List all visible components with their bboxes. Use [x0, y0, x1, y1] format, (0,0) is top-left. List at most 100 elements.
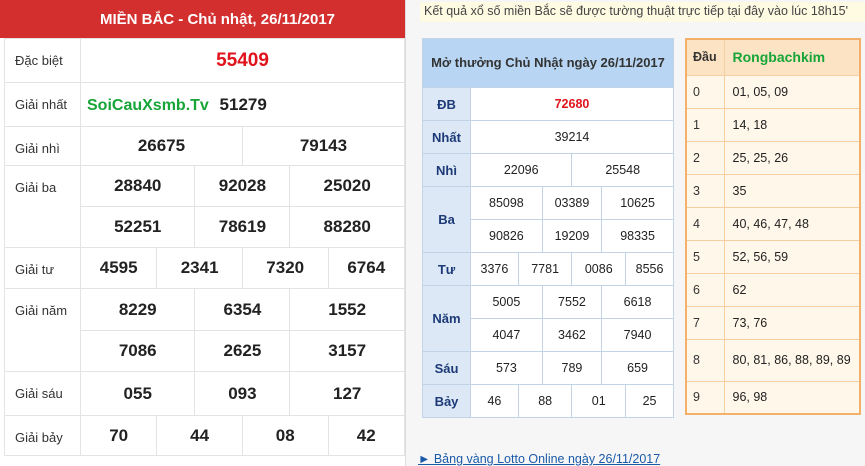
special-prize: 55409: [80, 38, 405, 83]
prize-cell: 8229: [79, 288, 196, 331]
tail-values: 80, 81, 86, 88, 89, 89: [723, 338, 861, 382]
prize-cell: 7940: [601, 318, 674, 352]
tail-values: 25, 25, 26: [723, 140, 861, 175]
draw-results-table: Mở thưởng Chủ Nhật ngày 26/11/2017 ĐB 72…: [422, 38, 674, 418]
tail-values: 73, 76: [723, 305, 861, 340]
tail-values: 62: [723, 272, 861, 307]
prize-cell: 25: [625, 384, 674, 418]
prize-cell: 3157: [289, 330, 405, 372]
label-sau: Sáu: [422, 351, 471, 385]
prize-cell: 3376: [470, 252, 519, 286]
prize-cell: 3462: [541, 318, 603, 352]
prize-cell: 573: [470, 351, 543, 385]
prize-cell: 789: [541, 351, 603, 385]
results-table: Đặc biệt 55409 Giải nhất SoiCauXsmb.Tv 5…: [4, 38, 406, 456]
prize-cell: 6354: [194, 288, 291, 331]
prize-cell: 08: [241, 415, 329, 456]
tail-values: 14, 18: [723, 107, 861, 142]
label-seventh: Giải bảy: [4, 415, 81, 456]
label-third: Giải ba: [4, 165, 81, 248]
head-digit: 5: [685, 239, 725, 274]
label-db: ĐB: [422, 87, 471, 121]
tail-values: 96, 98: [723, 380, 861, 415]
prize-cell: 28840: [79, 165, 196, 207]
head-digit: 0: [685, 74, 725, 109]
prize-cell: 4047: [470, 318, 543, 352]
head-digit: 7: [685, 305, 725, 340]
label-first: Giải nhất: [4, 82, 81, 127]
prize-cell: 26675: [80, 126, 243, 166]
prize-cell: 6618: [601, 285, 674, 319]
label-fourth: Giải tư: [4, 247, 81, 289]
prize-cell: 44: [156, 415, 243, 456]
head-col-label: Đầu: [685, 38, 725, 76]
brand-label: Rongbachkim: [723, 38, 861, 76]
live-notice: Kết quả xổ số miền Bắc sẽ được tường thu…: [420, 2, 865, 22]
prize-cell: 2341: [156, 247, 243, 289]
prize-cell: 8556: [625, 252, 674, 286]
prize-cell: 85098: [470, 186, 543, 220]
label-fifth: Giải năm: [4, 288, 81, 372]
prize-cell: 7552: [541, 285, 603, 319]
prize-cell: 79143: [241, 126, 406, 166]
prize-cell: 5005: [470, 285, 543, 319]
prize-cell: 1552: [289, 288, 405, 331]
special-prize: 72680: [470, 87, 674, 121]
prize-cell: 127: [289, 371, 405, 416]
first-prize: 51279: [219, 94, 267, 114]
prize-cell: 10625: [601, 186, 674, 220]
prize-cell: 70: [79, 415, 158, 456]
prize-cell: 03389: [541, 186, 603, 220]
tail-values: 01, 05, 09: [723, 74, 861, 109]
right-panel: Kết quả xổ số miền Bắc sẽ được tường thu…: [405, 0, 865, 466]
head-digit: 8: [685, 338, 725, 382]
tail-values: 52, 56, 59: [723, 239, 861, 274]
prize-cell: 7781: [517, 252, 573, 286]
prize-cell: 25548: [571, 153, 674, 187]
tail-values: 35: [723, 173, 861, 208]
label-sixth: Giải sáu: [4, 371, 81, 416]
head-digit: 2: [685, 140, 725, 175]
label-tu: Tư: [422, 252, 471, 286]
prize-cell: 46: [470, 384, 519, 418]
draw-header: Mở thưởng Chủ Nhật ngày 26/11/2017: [422, 38, 674, 88]
prize-cell: 78619: [194, 206, 291, 248]
head-digit: 3: [685, 173, 725, 208]
site-watermark: SoiCauXsmb.Tv: [87, 96, 209, 114]
prize-cell: 6764: [327, 247, 406, 289]
prize-cell: 98335: [601, 219, 674, 253]
left-results-panel: MIỀN BẮC - Chủ nhật, 26/11/2017 Đặc biệt…: [0, 0, 406, 466]
prize-cell: 659: [601, 351, 674, 385]
head-digit: 4: [685, 206, 725, 241]
prize-cell: 90826: [470, 219, 543, 253]
prize-cell: 7086: [79, 330, 196, 372]
prize-cell: 22096: [469, 153, 573, 187]
label-ba: Ba: [422, 186, 471, 253]
prize-cell: 52251: [79, 206, 196, 248]
label-special: Đặc biệt: [4, 38, 81, 83]
head-digit: 6: [685, 272, 725, 307]
prize-cell: 88280: [289, 206, 405, 248]
head-digit-table: Đầu Rongbachkim 0 01, 05, 09 1 14, 18 2 25,…: [685, 38, 861, 415]
label-bay: Bảy: [422, 384, 471, 418]
label-nhi: Nhì: [422, 153, 471, 187]
prize-cell: 7320: [241, 247, 329, 289]
prize-cell: 92028: [194, 165, 291, 207]
prize-cell: 093: [194, 371, 291, 416]
prize-cell: 055: [79, 371, 196, 416]
prize-cell: 2625: [194, 330, 291, 372]
first-prize: 39214: [470, 120, 674, 154]
tail-values: 40, 46, 47, 48: [723, 206, 861, 241]
head-digit: 9: [685, 380, 725, 415]
label-nhat: Nhất: [422, 120, 471, 154]
lotto-online-link[interactable]: ► Bảng vàng Lotto Online ngày 26/11/2017: [418, 452, 660, 466]
head-digit: 1: [685, 107, 725, 142]
prize-cell: 01: [571, 384, 627, 418]
label-nam: Năm: [422, 285, 471, 352]
results-header: MIỀN BẮC - Chủ nhật, 26/11/2017: [0, 0, 405, 38]
prize-cell: 0086: [571, 252, 627, 286]
prize-cell: 88: [517, 384, 573, 418]
label-second: Giải nhì: [4, 126, 81, 166]
prize-cell: 42: [327, 415, 406, 456]
prize-cell: 25020: [289, 165, 405, 207]
